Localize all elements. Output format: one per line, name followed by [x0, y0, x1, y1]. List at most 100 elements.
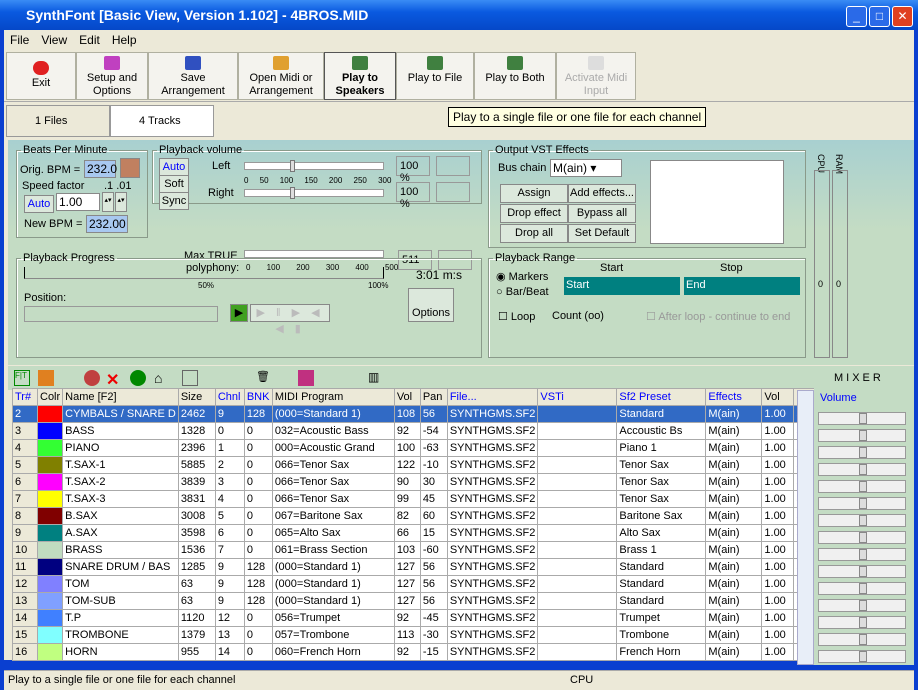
cell[interactable]: 1.00	[761, 422, 795, 440]
cell[interactable]: 1.00	[761, 524, 795, 542]
cell[interactable]: 0	[243, 524, 273, 542]
track-volume-slider[interactable]	[818, 514, 906, 527]
cell[interactable]: 1.00	[761, 439, 795, 457]
cell[interactable]: (000=Standard 1)	[271, 575, 395, 593]
cell[interactable]: PIANO	[62, 439, 179, 457]
track-volume-slider[interactable]	[818, 497, 906, 510]
table-row[interactable]: 13 TOM-SUB 63 9 128 (000=Standard 1) 127 56 SYNT…	[12, 592, 824, 610]
column-header[interactable]: Colr	[36, 388, 64, 406]
cell[interactable]: SYNTHGMS.SF2	[446, 490, 539, 508]
cell[interactable]: 1.00	[761, 575, 795, 593]
cell[interactable]: M(ain)	[705, 490, 763, 508]
color-swatch[interactable]	[36, 643, 64, 661]
slider-thumb[interactable]	[859, 617, 867, 628]
color-swatch[interactable]	[36, 507, 64, 525]
cell[interactable]: -54	[419, 422, 448, 440]
table-row[interactable]: 4 PIANO 2396 1 0 000=Acoustic Grand 100 -63 SYNT…	[12, 439, 824, 457]
table-scrollbar[interactable]	[797, 390, 814, 665]
table-row[interactable]: 8 B.SAX 3008 5 0 067=Baritone Sax 82 60 SYNTHGMS…	[12, 507, 824, 525]
color-swatch[interactable]	[36, 490, 64, 508]
cell[interactable]	[537, 524, 618, 542]
cell[interactable]	[537, 439, 618, 457]
cell[interactable]: SYNTHGMS.SF2	[446, 507, 539, 525]
cell[interactable]: 1.00	[761, 541, 795, 559]
cell[interactable]: 1.00	[761, 456, 795, 474]
track-volume-slider[interactable]	[818, 650, 906, 663]
cell[interactable]: Alto Sax	[616, 524, 707, 542]
home-icon[interactable]: ⌂	[154, 370, 170, 386]
cell[interactable]: 2	[214, 456, 245, 474]
color-swatch[interactable]	[36, 558, 64, 576]
cell[interactable]: 90	[393, 473, 421, 491]
slider-thumb[interactable]	[859, 583, 867, 594]
tab-tracks[interactable]: 4 Tracks	[110, 105, 214, 137]
cell[interactable]: Accoustic Bs	[616, 422, 707, 440]
color-swatch[interactable]	[36, 422, 64, 440]
cell[interactable]: M(ain)	[705, 626, 763, 644]
menu-view[interactable]: View	[35, 30, 73, 50]
cell[interactable]: 5	[12, 456, 38, 474]
track-volume-slider[interactable]	[818, 633, 906, 646]
slider-thumb[interactable]	[859, 481, 867, 492]
slider-thumb[interactable]	[859, 566, 867, 577]
cell[interactable]: 66	[393, 524, 421, 542]
cell[interactable]: 1.00	[761, 626, 795, 644]
table-row[interactable]: 2 CYMBALS / SNARE D 2462 9 128 (000=Standard …	[12, 405, 824, 423]
track-volume-slider[interactable]	[818, 531, 906, 544]
cell[interactable]	[537, 507, 618, 525]
cell[interactable]: 5885	[177, 456, 216, 474]
cell[interactable]: 56	[419, 592, 448, 610]
cell[interactable]: 99	[393, 490, 421, 508]
slider-thumb[interactable]	[290, 187, 295, 199]
cell[interactable]	[537, 609, 618, 627]
column-header[interactable]: BNK	[243, 388, 273, 406]
cell[interactable]: 3008	[177, 507, 216, 525]
open-midi-button[interactable]: Open Midi or Arrangement	[238, 52, 324, 100]
cell[interactable]: 5	[214, 507, 245, 525]
cell[interactable]: 2	[12, 405, 38, 423]
cell[interactable]: Baritone Sax	[616, 507, 707, 525]
cell[interactable]: SYNTHGMS.SF2	[446, 524, 539, 542]
right-volume-slider[interactable]	[244, 187, 384, 199]
cell[interactable]: TROMBONE	[62, 626, 179, 644]
cell[interactable]: 3	[12, 422, 38, 440]
column-header[interactable]: VSTi	[537, 388, 618, 406]
cell[interactable]: 8	[12, 507, 38, 525]
cell[interactable]: 0	[214, 422, 245, 440]
slider-thumb[interactable]	[859, 498, 867, 509]
cell[interactable]: Standard	[616, 405, 707, 423]
volume-soft-button[interactable]: Soft	[159, 175, 189, 193]
cell[interactable]: 30	[419, 473, 448, 491]
speed-auto-button[interactable]: Auto	[24, 195, 54, 213]
column-header[interactable]: Vol	[393, 388, 421, 406]
cell[interactable]: Tenor Sax	[616, 473, 707, 491]
cell[interactable]: (000=Standard 1)	[271, 592, 395, 610]
color-swatch[interactable]	[36, 405, 64, 423]
cell[interactable]: Standard	[616, 558, 707, 576]
cell[interactable]: 13	[214, 626, 245, 644]
cell[interactable]: 9	[12, 524, 38, 542]
cell[interactable]: T.SAX-1	[62, 456, 179, 474]
slider-thumb[interactable]	[859, 447, 867, 458]
cell[interactable]: 6	[214, 524, 245, 542]
speed-spinner-coarse[interactable]: ▴▾	[102, 192, 114, 212]
cell[interactable]: 128	[243, 558, 273, 576]
cell[interactable]: 56	[419, 558, 448, 576]
color-swatch[interactable]	[36, 524, 64, 542]
track-volume-slider[interactable]	[818, 480, 906, 493]
column-header[interactable]: Vol	[761, 388, 795, 406]
cell[interactable]: 92	[393, 422, 421, 440]
save-arrangement-button[interactable]: Save Arrangement	[148, 52, 238, 100]
cell[interactable]: 108	[393, 405, 421, 423]
track-volume-slider[interactable]	[818, 412, 906, 425]
cell[interactable]: SNARE DRUM / BAS	[62, 558, 179, 576]
cell[interactable]: 6	[12, 473, 38, 491]
cell[interactable]: 1	[214, 439, 245, 457]
cell[interactable]: 060=French Horn	[271, 643, 395, 661]
color-swatch[interactable]	[36, 541, 64, 559]
play-to-both-button[interactable]: Play to Both	[474, 52, 556, 100]
cell[interactable]: 113	[393, 626, 421, 644]
cell[interactable]: M(ain)	[705, 439, 763, 457]
table-row[interactable]: 15 TROMBONE 1379 13 0 057=Trombone 113 -30 SYNTH…	[12, 626, 824, 644]
color-swatch[interactable]	[36, 626, 64, 644]
